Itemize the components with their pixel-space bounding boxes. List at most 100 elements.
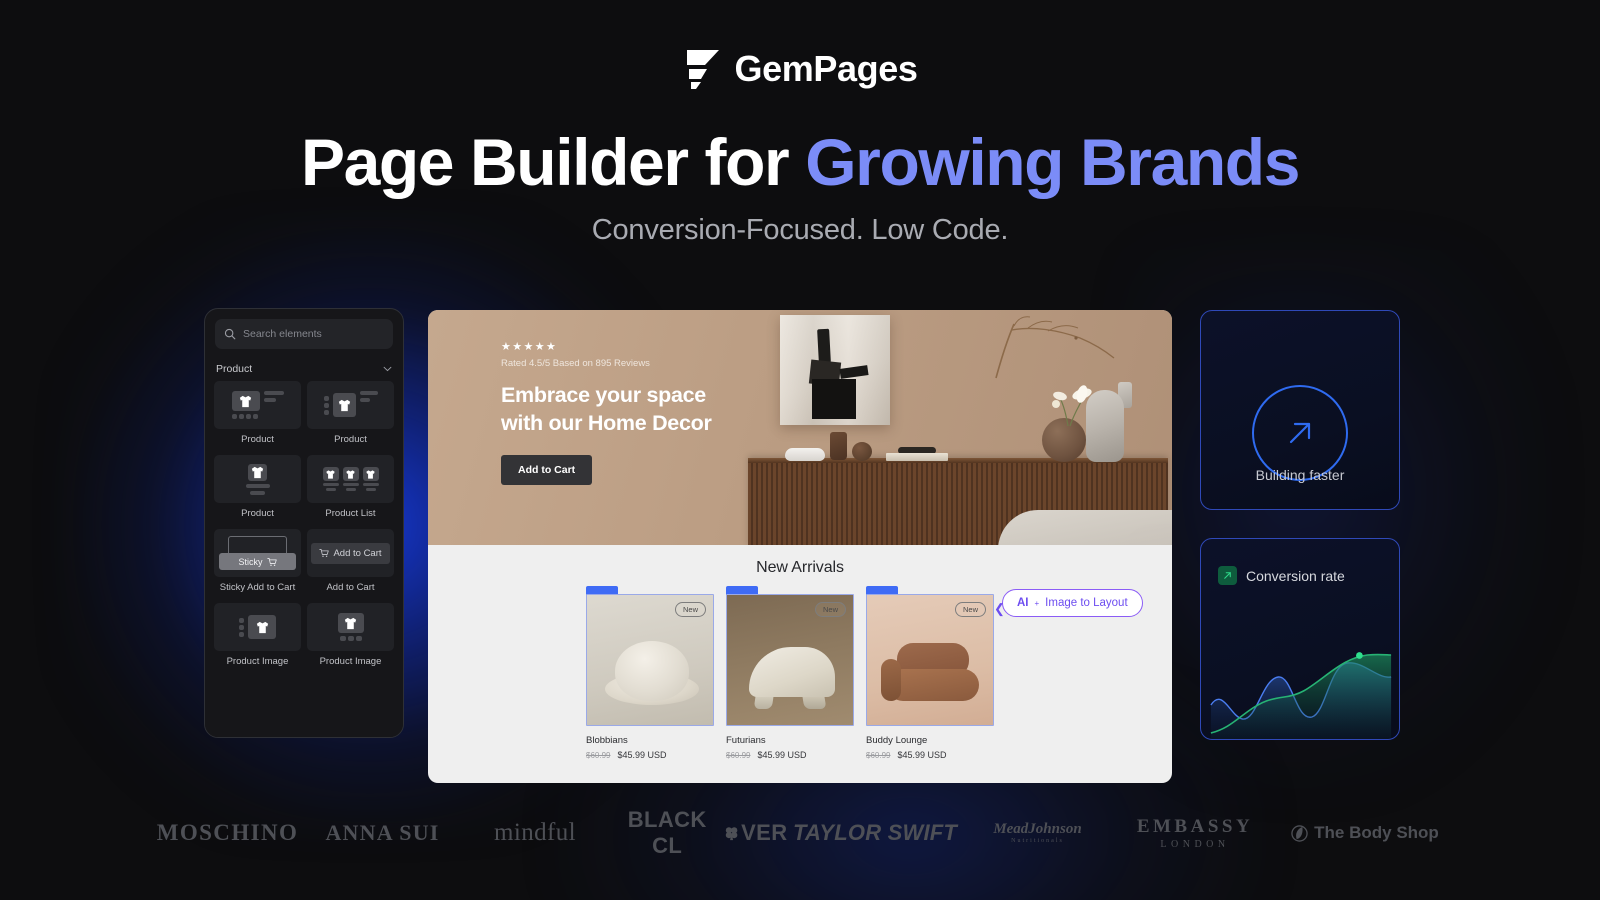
element-label: Product Image <box>226 656 289 667</box>
product-name: Buddy Lounge <box>866 735 928 746</box>
element-item-sticky-add-to-cart[interactable]: Sticky Sticky Add to Cart <box>214 529 301 597</box>
product-card[interactable]: New Futurians $60.99 $45.99 USD <box>726 586 854 760</box>
element-label: Add to Cart <box>326 582 375 593</box>
new-badge: New <box>674 602 706 617</box>
ai-image-to-layout-badge[interactable]: ❮ AI + Image to Layout <box>994 589 1143 617</box>
section-header-product[interactable]: Product <box>205 353 403 381</box>
product-sale-price: $45.99 USD <box>897 750 947 760</box>
cursor-icon: ❮ <box>994 601 1005 616</box>
brand-logo-mead-johnson: MeadJohnson Nutritionals <box>963 820 1113 844</box>
brand-logo-mead-johnson-text: MeadJohnson <box>993 820 1082 837</box>
clover-icon <box>725 827 738 841</box>
product-sale-price: $45.99 USD <box>617 750 667 760</box>
brand-logo-anna-sui: ANNA SUI <box>325 820 440 845</box>
chevron-down-icon[interactable] <box>383 366 392 372</box>
search-input[interactable]: Search elements <box>215 319 393 349</box>
product-old-price: $60.99 <box>726 751 751 760</box>
element-item-product-card[interactable]: Product <box>214 455 301 523</box>
hero-copy: ★★★★★ Rated 4.5/5 Based on 895 Reviews E… <box>501 342 712 485</box>
tshirt-icon <box>366 469 375 479</box>
product-name: Futurians <box>726 735 766 746</box>
element-item-product-image-b[interactable]: Product Image <box>307 603 394 671</box>
cart-icon <box>319 549 330 557</box>
brand-logo-strip: MOSCHINO ANNA SUI mindful BLACK CL VER T… <box>0 805 1600 861</box>
tshirt-icon <box>346 469 355 479</box>
conversion-header: Conversion rate <box>1218 566 1345 585</box>
tshirt-icon <box>326 469 335 479</box>
brand-logo-the-body-shop: The Body Shop <box>1278 823 1453 843</box>
product-price: $60.99 $45.99 USD <box>726 750 854 760</box>
magnolia-flowers <box>1052 385 1092 427</box>
product-old-price: $60.99 <box>866 751 891 760</box>
element-item-add-to-cart[interactable]: Add to Cart Add to Cart <box>307 529 394 597</box>
building-faster-card[interactable]: Building faster <box>1200 310 1400 510</box>
page-root: GemPages Page Builder for Growing Brands… <box>0 0 1600 900</box>
arrow-up-right-icon <box>1289 422 1311 444</box>
tshirt-icon <box>344 617 357 629</box>
new-arrivals-section: New Arrivals New Blobbians $60.99 $45.99… <box>428 545 1172 760</box>
element-library-panel: Search elements Product Product Product … <box>204 308 404 738</box>
product-price: $60.99 $45.99 USD <box>866 750 994 760</box>
atc-pill-label: Add to Cart <box>333 547 382 559</box>
brand-logo-mindful: mindful <box>494 819 576 846</box>
atc-thumb: Add to Cart <box>307 529 394 577</box>
add-to-cart-button[interactable]: Add to Cart <box>501 454 593 485</box>
product-image-thumb-b <box>307 603 394 651</box>
element-grid: Product Product Product Product List Sti… <box>205 381 403 671</box>
element-item-product-detail[interactable]: Product <box>214 381 301 449</box>
product-sale-price: $45.99 USD <box>757 750 807 760</box>
brand-logo-embassy-london: EMBASSY LONDON <box>1113 815 1278 851</box>
panel-fade-overlay <box>205 665 403 737</box>
product-price: $60.99 $45.99 USD <box>586 750 714 760</box>
cart-icon <box>266 557 277 566</box>
trend-chip <box>1218 566 1237 585</box>
product-card-list: New Blobbians $60.99 $45.99 USD New Futu… <box>586 586 1172 760</box>
ai-badge-label: Image to Layout <box>1045 597 1128 609</box>
product-detail-thumb <box>214 381 301 429</box>
body-shop-leaf-icon <box>1291 824 1308 842</box>
brand-logo-black-clover: BLACK CL VER <box>613 807 788 859</box>
element-label: Product <box>334 434 367 445</box>
product-image: New <box>726 594 854 726</box>
tshirt-icon <box>239 395 252 407</box>
product-card[interactable]: New Blobbians $60.99 $45.99 USD <box>586 586 714 760</box>
new-badge: New <box>954 602 986 617</box>
page-subtitle: Conversion-Focused. Low Code. <box>591 214 1009 246</box>
hero-heading: Embrace your space with our Home Decor <box>501 381 712 438</box>
card-caption: Building faster <box>1255 467 1345 483</box>
ai-superscript: + <box>1034 598 1040 608</box>
search-placeholder: Search elements <box>243 328 322 340</box>
sticky-pill-label: Sticky <box>238 556 263 567</box>
element-item-product-gallery[interactable]: Product <box>307 381 394 449</box>
page-title: Page Builder for Growing Brands <box>0 125 1600 200</box>
gempages-logo-icon <box>686 50 719 89</box>
preview-hero-banner: ★★★★★ Rated 4.5/5 Based on 895 Reviews E… <box>428 310 1172 545</box>
element-item-product-list[interactable]: Product List <box>307 455 394 523</box>
tshirt-icon <box>251 466 264 478</box>
product-image-thumb-a <box>214 603 301 651</box>
dried-branch <box>995 316 1115 379</box>
brand-logo-embassy-sub: LONDON <box>1160 838 1230 850</box>
section-heading: New Arrivals <box>756 559 844 576</box>
brand-logo: GemPages <box>0 48 1600 90</box>
rating-stars: ★★★★★ <box>501 341 558 353</box>
product-gallery-thumb <box>307 381 394 429</box>
brand-logo-moschino: MOSCHINO <box>156 820 299 845</box>
rating-text: Rated 4.5/5 Based on 895 Reviews <box>501 358 650 369</box>
new-badge: New <box>814 602 846 617</box>
product-image: New <box>866 594 994 726</box>
page-preview: ★★★★★ Rated 4.5/5 Based on 895 Reviews E… <box>428 310 1172 783</box>
brand-logo-the-body-shop-text: The Body Shop <box>1314 823 1439 842</box>
element-label: Product List <box>325 508 376 519</box>
conversion-rate-card[interactable]: Conversion rate <box>1200 538 1400 740</box>
tshirt-icon <box>256 621 268 633</box>
element-label: Product <box>241 434 274 445</box>
element-label: Product Image <box>319 656 382 667</box>
card-caption: Conversion rate <box>1246 567 1345 584</box>
arrow-up-right-icon <box>1224 572 1231 579</box>
product-card[interactable]: New Buddy Lounge $60.99 $45.99 USD <box>866 586 994 760</box>
hero-heading-line1: Embrace your space <box>501 383 706 407</box>
brand-logo-taylor-swift: TAYLOR SWIFT <box>792 820 958 845</box>
element-item-product-image-a[interactable]: Product Image <box>214 603 301 671</box>
sticky-atc-thumb: Sticky <box>214 529 301 577</box>
